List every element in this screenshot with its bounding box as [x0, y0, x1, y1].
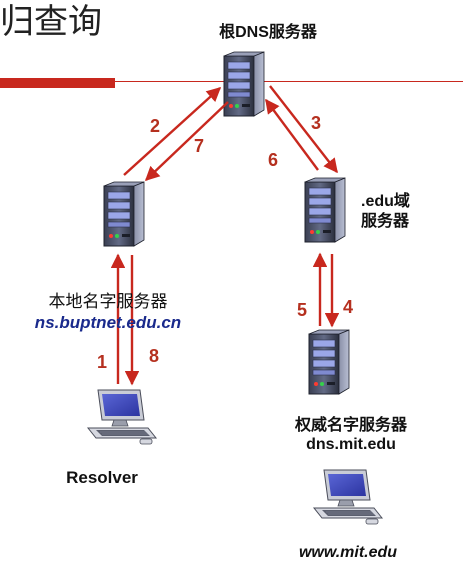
resolver-label: Resolver — [66, 468, 138, 487]
arrow-step-7 — [144, 101, 229, 181]
authoritative-server-label: 权威名字服务器 — [294, 417, 408, 434]
resolver-computer-icon — [87, 389, 157, 445]
step-label-3: 3 — [311, 113, 322, 133]
root-server-label: 根DNS服务器 — [219, 24, 317, 41]
arrow-step-3 — [269, 85, 338, 174]
step-label-2: 2 — [150, 116, 161, 136]
arrow-step-2 — [123, 87, 222, 176]
step-label-6: 6 — [268, 150, 279, 170]
authoritative-server-icon — [308, 329, 350, 395]
edu-server-icon — [304, 177, 346, 243]
www-host-label: www.mit.edu — [298, 544, 398, 561]
local-server-label: 本地名字服务器 — [48, 292, 168, 311]
step-label-4: 4 — [343, 297, 354, 317]
local-server-icon — [103, 181, 145, 247]
edu-server-label-line1: .edu域 — [361, 193, 410, 210]
step-label-5: 5 — [297, 300, 308, 320]
authoritative-server-hostname: dns.mit.edu — [306, 436, 396, 453]
www-computer-icon — [313, 469, 383, 525]
step-label-1: 1 — [97, 352, 108, 372]
step-label-8: 8 — [149, 346, 160, 366]
local-server-hostname: ns.buptnet.edu.cn — [34, 313, 182, 332]
root-server-icon — [223, 51, 265, 117]
step-label-7: 7 — [194, 136, 205, 156]
edu-server-label-line2: 服务器 — [361, 213, 410, 230]
